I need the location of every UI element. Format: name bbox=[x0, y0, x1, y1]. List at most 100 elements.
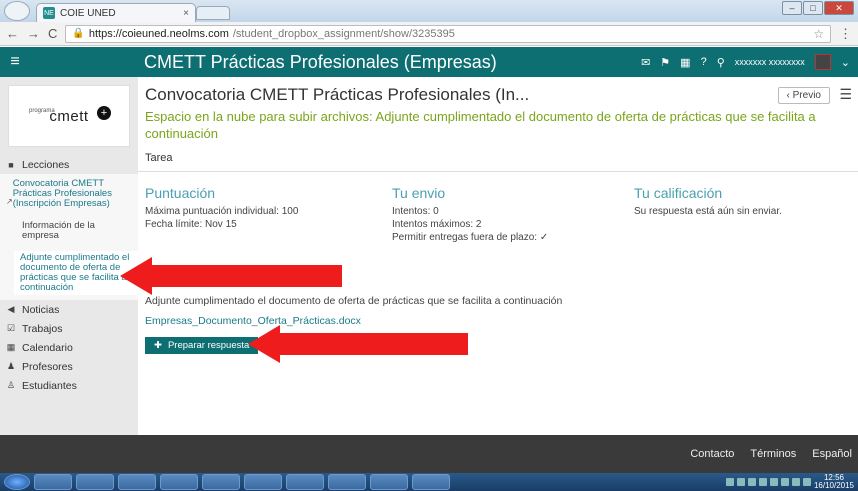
tray-icon[interactable] bbox=[769, 478, 778, 486]
url-host: https://coieuned.neolms.com bbox=[88, 27, 229, 40]
red-arrow-2-shaft bbox=[278, 333, 468, 355]
user-name[interactable]: xxxxxxx xxxxxxxx bbox=[735, 57, 805, 67]
tray-icon[interactable] bbox=[780, 478, 789, 486]
book-icon: ■ bbox=[8, 159, 14, 170]
maximize-icon[interactable]: □ bbox=[803, 1, 823, 15]
envio-section: Tu envio Intentos: 0 Intentos máximos: 2… bbox=[392, 185, 622, 244]
tray-icon[interactable] bbox=[725, 478, 734, 486]
sidebar-item-estudiantes[interactable]: ♙ Estudiantes bbox=[0, 376, 138, 395]
sidebar-item-trabajos[interactable]: ☑ Trabajos bbox=[0, 319, 138, 338]
puntuacion-heading: Puntuación bbox=[145, 185, 216, 201]
forward-arrow-icon[interactable]: → bbox=[27, 26, 40, 41]
late-submissions: Permitir entregas fuera de plazo: ✓ bbox=[392, 232, 549, 243]
red-arrow-1-shaft bbox=[150, 265, 342, 287]
sidebar-item-lecciones[interactable]: ■ Lecciones bbox=[0, 155, 138, 174]
attempts: Intentos: 0 bbox=[392, 206, 439, 217]
footer-language-link[interactable]: Español bbox=[812, 448, 852, 460]
notifications-icon[interactable]: ⚑ bbox=[660, 56, 670, 69]
tray-icon[interactable] bbox=[758, 478, 767, 486]
search-icon[interactable]: ⚲ bbox=[717, 56, 725, 69]
close-tab-icon[interactable]: × bbox=[183, 8, 189, 19]
prepare-response-label: Preparar respuesta bbox=[167, 340, 250, 351]
envio-heading: Tu envio bbox=[392, 185, 446, 201]
assignment-description: Espacio en la nube para subir archivos: … bbox=[145, 109, 816, 141]
start-button-icon[interactable] bbox=[4, 474, 30, 490]
hamburger-menu-icon[interactable]: ≡ bbox=[0, 53, 30, 71]
browser-menu-icon[interactable]: ⋮ bbox=[839, 26, 852, 42]
taskbar-app-excel[interactable] bbox=[328, 474, 366, 490]
max-attempts: Intentos máximos: 2 bbox=[392, 219, 482, 230]
footer-terms-link[interactable]: Términos bbox=[750, 448, 796, 460]
close-window-icon[interactable]: ✕ bbox=[824, 1, 854, 15]
tab-tarea[interactable]: Tarea bbox=[145, 152, 173, 164]
taskbar-app-vlc[interactable] bbox=[34, 474, 72, 490]
lessons-submenu: ↗ Convocatoria CMETT Prácticas Profesion… bbox=[0, 174, 138, 300]
url-path: /student_dropbox_assignment/show/3235395 bbox=[232, 27, 455, 40]
page-menu-icon[interactable]: ☰ bbox=[839, 86, 852, 103]
taskbar-app-firefox[interactable] bbox=[160, 474, 198, 490]
mail-icon[interactable]: ✉ bbox=[641, 56, 650, 69]
student-icon: ♙ bbox=[6, 380, 16, 390]
system-tray: 12:56 16/10/2015 bbox=[725, 474, 858, 490]
prepare-response-button[interactable]: ✚ Preparar respuesta bbox=[145, 337, 259, 354]
new-tab-button[interactable] bbox=[196, 6, 230, 20]
sidebar-item-label: Lecciones bbox=[22, 158, 70, 171]
main-content: Convocatoria CMETT Prácticas Profesional… bbox=[138, 77, 858, 435]
taskbar-app-powerpoint[interactable] bbox=[370, 474, 408, 490]
sidebar-item-calendario[interactable]: ▦ Calendario bbox=[0, 338, 138, 357]
site-footer: Contacto Términos Español bbox=[0, 435, 858, 473]
help-icon[interactable]: ? bbox=[701, 56, 707, 68]
sidebar: programa cmett + ■ Lecciones ↗ Convocato… bbox=[0, 77, 138, 435]
sidebar-item-profesores[interactable]: ♟ Profesores bbox=[0, 357, 138, 376]
previous-label: Previo bbox=[792, 90, 821, 101]
taskbar-app-word[interactable] bbox=[412, 474, 450, 490]
due-date: Fecha límite: Nov 15 bbox=[145, 219, 237, 230]
calendar-icon: ▦ bbox=[6, 342, 16, 352]
chevron-down-icon[interactable]: ⌄ bbox=[841, 56, 850, 69]
url-field[interactable]: 🔒 https://coieuned.neolms.com/student_dr… bbox=[65, 24, 831, 43]
tab-divider bbox=[138, 171, 858, 172]
teacher-icon: ♟ bbox=[6, 361, 16, 371]
sidebar-item-noticias[interactable]: ◀ Noticias bbox=[0, 300, 138, 319]
taskbar-app-ie[interactable] bbox=[76, 474, 114, 490]
tray-icon[interactable] bbox=[802, 478, 811, 486]
taskbar-app-outlook[interactable] bbox=[286, 474, 324, 490]
tray-icon[interactable] bbox=[736, 478, 745, 486]
plus-icon: ✚ bbox=[154, 340, 162, 351]
taskbar-app-explorer[interactable] bbox=[118, 474, 156, 490]
sidebar-sub-convocatoria[interactable]: Convocatoria CMETT Prácticas Profesional… bbox=[13, 177, 138, 211]
red-arrow-2-head bbox=[248, 325, 280, 363]
sidebar-item-label: Trabajos bbox=[22, 322, 63, 335]
calificacion-heading: Tu calificación bbox=[634, 185, 723, 201]
browser-tab[interactable]: NE COIE UNED × bbox=[36, 3, 196, 22]
lock-icon: 🔒 bbox=[72, 28, 85, 39]
instructions-text: Adjunte cumplimentado el documento de of… bbox=[145, 295, 563, 307]
address-bar-row: ← → C 🔒 https://coieuned.neolms.com/stud… bbox=[0, 22, 858, 46]
previous-button[interactable]: ‹ Previo bbox=[777, 87, 830, 104]
logo-small-text: programa bbox=[29, 108, 55, 114]
taskbar-app-skype[interactable] bbox=[244, 474, 282, 490]
taskbar-clock[interactable]: 12:56 16/10/2015 bbox=[814, 474, 854, 490]
logo-main-text: cmett bbox=[49, 107, 89, 125]
app-topbar: ≡ CMETT Prácticas Profesionales (Empresa… bbox=[0, 47, 858, 77]
max-score: Máxima puntuación individual: 100 bbox=[145, 206, 299, 217]
grade-status: Su respuesta está aún sin enviar. bbox=[634, 206, 782, 217]
footer-contact-link[interactable]: Contacto bbox=[690, 448, 734, 460]
sidebar-item-label: Calendario bbox=[22, 341, 73, 354]
taskbar-app-chrome[interactable] bbox=[202, 474, 240, 490]
back-arrow-icon[interactable]: ← bbox=[6, 26, 19, 41]
minimize-icon[interactable]: – bbox=[782, 1, 802, 15]
browser-titlebar: NE COIE UNED × – □ ✕ bbox=[0, 0, 858, 22]
topbar-icons: ✉ ⚑ ▦ ? ⚲ xxxxxxx xxxxxxxx ⌄ bbox=[641, 54, 858, 70]
tray-icon[interactable] bbox=[791, 478, 800, 486]
tab-title: COIE UNED bbox=[60, 7, 116, 19]
avatar[interactable] bbox=[814, 54, 831, 70]
browser-back-circle[interactable] bbox=[4, 1, 30, 21]
tray-icon[interactable] bbox=[747, 478, 756, 486]
sidebar-sub-info[interactable]: Información de la empresa bbox=[0, 219, 138, 243]
windows-taskbar: 12:56 16/10/2015 bbox=[0, 473, 858, 491]
reload-icon[interactable]: C bbox=[48, 26, 57, 41]
bookmark-star-icon[interactable]: ☆ bbox=[813, 27, 824, 41]
expand-arrow-icon[interactable]: ↗ bbox=[0, 177, 13, 206]
calendar-icon[interactable]: ▦ bbox=[680, 56, 690, 69]
